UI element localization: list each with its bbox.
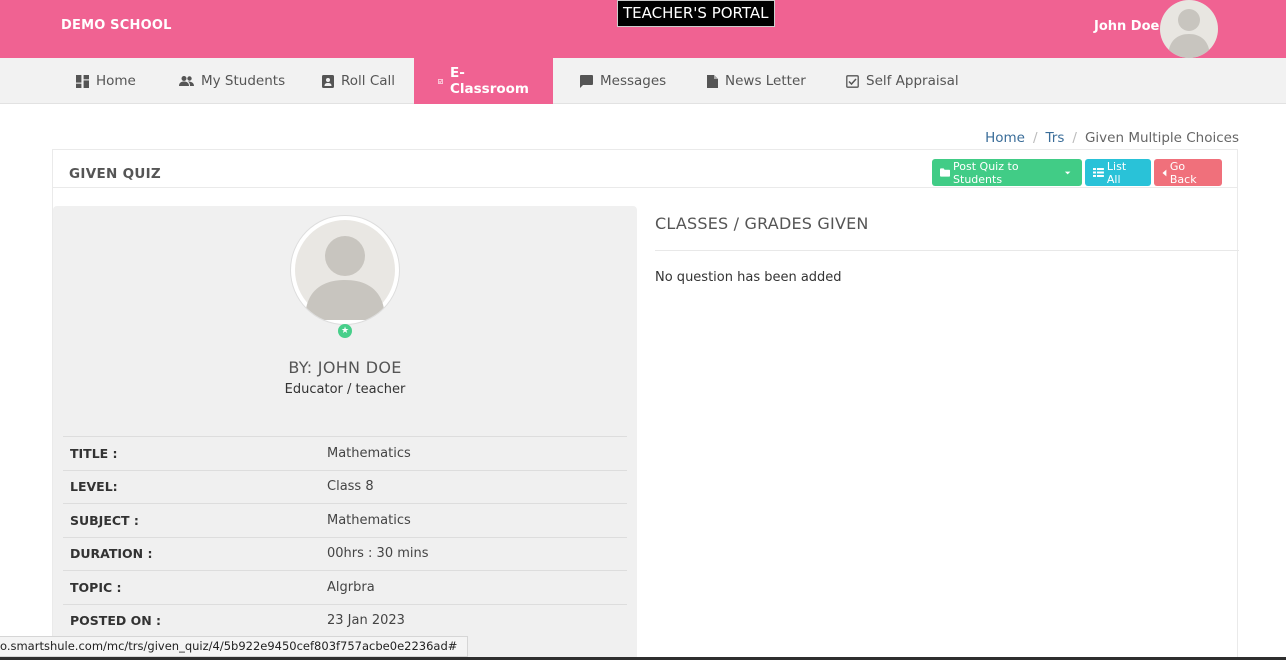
detail-label: TITLE : xyxy=(70,445,118,461)
table-row: POSTED ON : 23 Jan 2023 xyxy=(63,603,627,638)
contact-card-icon xyxy=(322,74,334,88)
nav-label: Messages xyxy=(600,73,667,89)
details-table: TITLE : Mathematics LEVEL: Class 8 SUBJE… xyxy=(63,436,627,637)
detail-label: SUBJECT : xyxy=(70,512,139,528)
portal-title: TEACHER'S PORTAL xyxy=(617,0,775,27)
table-row: LEVEL: Class 8 xyxy=(63,469,627,504)
detail-value: 00hrs : 30 mins xyxy=(327,546,429,562)
main-nav: Home My Students Roll Call E-Classroom M… xyxy=(0,58,1286,104)
school-name[interactable]: DEMO SCHOOL xyxy=(61,18,172,33)
nav-item-home[interactable]: Home xyxy=(52,58,160,104)
nav-item-roll-call[interactable]: Roll Call xyxy=(298,58,419,104)
detail-value: Mathematics xyxy=(327,445,411,461)
table-row: TITLE : Mathematics xyxy=(63,436,627,470)
people-icon xyxy=(179,76,194,86)
detail-value: 23 Jan 2023 xyxy=(327,613,405,629)
table-row: TOPIC : Algrbra xyxy=(63,570,627,604)
check-square-icon xyxy=(438,78,443,84)
avatar xyxy=(291,216,399,324)
divider xyxy=(655,250,1239,251)
avatar[interactable] xyxy=(1160,0,1218,58)
detail-value: Algrbra xyxy=(327,579,375,595)
post-quiz-label: Post Quiz to Students xyxy=(953,159,1019,186)
nav-label: Self Appraisal xyxy=(866,73,959,89)
author-role: Educator / teacher xyxy=(284,382,406,397)
breadcrumb-trs[interactable]: Trs xyxy=(1046,130,1065,146)
breadcrumb-separator: / xyxy=(1032,130,1038,146)
nav-label: E-Classroom xyxy=(450,65,529,97)
nav-label: News Letter xyxy=(725,73,806,89)
status-url: o.smartshule.com/mc/trs/given_quiz/4/5b9… xyxy=(0,636,469,657)
online-status-icon: ★ xyxy=(338,324,352,338)
breadcrumb-home[interactable]: Home xyxy=(985,130,1025,146)
page-title: GIVEN QUIZ xyxy=(69,166,162,182)
nav-label: Home xyxy=(96,73,136,89)
user-menu[interactable]: John Doe - xyxy=(1094,19,1169,34)
detail-label: TOPIC : xyxy=(70,579,122,595)
nav-label: My Students xyxy=(201,73,286,89)
user-avatar-icon xyxy=(295,220,395,320)
nav-item-my-students[interactable]: My Students xyxy=(155,58,309,104)
caret-down-icon xyxy=(1064,171,1071,174)
detail-label: POSTED ON : xyxy=(70,613,162,629)
detail-label: DURATION : xyxy=(70,546,153,562)
chat-icon xyxy=(580,74,593,88)
post-quiz-button[interactable]: Post Quiz to Students xyxy=(932,159,1082,186)
document-icon xyxy=(707,74,718,88)
quiz-panel: GIVEN QUIZ Post Quiz to Students List Al… xyxy=(52,149,1239,660)
nav-item-news-letter[interactable]: News Letter xyxy=(683,58,830,104)
table-row: DURATION : 00hrs : 30 mins xyxy=(63,536,627,571)
author-name: BY: JOHN DOE xyxy=(288,358,402,377)
caret-left-icon xyxy=(1162,169,1167,176)
go-back-label: Go Back xyxy=(1169,159,1197,186)
empty-message: No question has been added xyxy=(655,270,842,285)
nav-label: Roll Call xyxy=(341,73,396,89)
quiz-details-card: ★ BY: JOHN DOE Educator / teacher TITLE … xyxy=(53,206,637,660)
folder-icon xyxy=(940,168,951,177)
breadcrumb-separator: / xyxy=(1072,130,1077,146)
detail-label: LEVEL: xyxy=(70,479,118,495)
dashboard-icon xyxy=(76,74,89,88)
list-icon xyxy=(1093,168,1104,177)
go-back-button[interactable]: Go Back xyxy=(1154,159,1222,186)
list-all-button[interactable]: List All xyxy=(1085,159,1151,186)
top-header: DEMO SCHOOL TEACHER'S PORTAL John Doe - xyxy=(0,0,1286,58)
classes-title: CLASSES / GRADES GIVEN xyxy=(655,214,869,233)
breadcrumb-current: Given Multiple Choices xyxy=(1084,130,1239,146)
table-row: SUBJECT : Mathematics xyxy=(63,503,627,537)
user-avatar-icon xyxy=(1168,9,1210,58)
nav-item-self-appraisal[interactable]: Self Appraisal xyxy=(822,58,983,104)
nav-item-messages[interactable]: Messages xyxy=(556,58,690,104)
nav-item-e-classroom[interactable]: E-Classroom xyxy=(414,58,553,104)
breadcrumb: Home / Trs / Given Multiple Choices xyxy=(985,130,1239,146)
panel-header: GIVEN QUIZ Post Quiz to Students List Al… xyxy=(53,150,1237,188)
detail-value: Class 8 xyxy=(327,479,374,495)
checkbox-icon xyxy=(846,74,859,88)
list-all-label: List All xyxy=(1106,159,1127,186)
detail-value: Mathematics xyxy=(327,512,411,528)
